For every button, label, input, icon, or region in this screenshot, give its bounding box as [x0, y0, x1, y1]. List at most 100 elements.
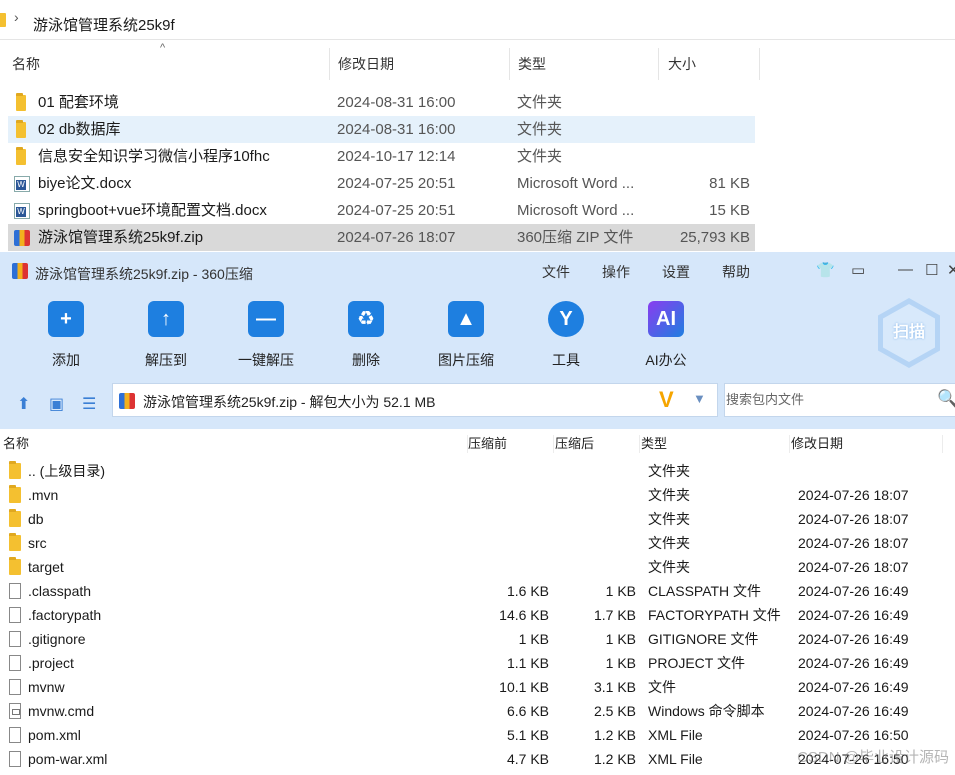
tools-icon: Y: [548, 301, 584, 337]
list-item[interactable]: 信息安全知识学习微信小程序10fhc 2024-10-17 12:14 文件夹: [8, 143, 755, 170]
add-button[interactable]: + 添加: [26, 299, 106, 377]
size-before: 4.7 KB: [506, 751, 549, 767]
search-input[interactable]: [726, 392, 926, 407]
table-row[interactable]: .project 1.1 KB 1 KB PROJECT 文件 2024-07-26 1…: [0, 651, 955, 675]
column-header-type[interactable]: 类型: [638, 435, 790, 453]
file-date: 2024-08-31 16:00: [337, 121, 456, 138]
column-header-name[interactable]: 名称: [0, 435, 468, 453]
list-view-icon[interactable]: ☰: [82, 394, 96, 414]
table-row[interactable]: src 文件夹 2024-07-26 18:07: [0, 531, 955, 555]
list-item[interactable]: 01 配套环境 2024-08-31 16:00 文件夹: [8, 89, 755, 116]
folder-icon: [0, 13, 6, 27]
file-date: 2024-10-17 12:14: [337, 148, 456, 165]
delete-icon: ♻: [348, 301, 384, 337]
tools-button[interactable]: Y 工具: [526, 299, 606, 377]
entry-type: XML File: [648, 751, 703, 767]
menu-settings[interactable]: 设置: [662, 262, 690, 282]
entry-name: db: [28, 511, 44, 527]
folder-icon: [16, 93, 26, 111]
entry-name: .gitignore: [28, 631, 86, 647]
close-icon[interactable]: ✕: [947, 261, 955, 279]
table-row[interactable]: .gitignore 1 KB 1 KB GITIGNORE 文件 2024-07-26…: [0, 627, 955, 651]
folder-icon: [9, 485, 21, 503]
table-row[interactable]: .mvn 文件夹 2024-07-26 18:07: [0, 483, 955, 507]
list-item-selected[interactable]: 游泳馆管理系统25k9f.zip 2024-07-26 18:07 360压缩 …: [8, 224, 755, 251]
watermark: CSDN @毕业设计源码: [797, 749, 949, 766]
file-icon: [9, 751, 21, 767]
skin-icon[interactable]: 👕: [816, 261, 835, 279]
entry-modified: 2024-07-26 16:49: [798, 607, 909, 623]
archive-path-text: 游泳馆管理系统25k9f.zip - 解包大小为 52.1 MB: [143, 394, 436, 410]
archive-window: 游泳馆管理系统25k9f.zip - 360压缩 文件 操作 设置 帮助 👕 ▭…: [0, 252, 955, 775]
button-label: AI办公: [645, 352, 687, 368]
minimize-icon[interactable]: —: [898, 261, 913, 278]
image-compress-button[interactable]: ▲ 图片压缩: [426, 299, 506, 377]
up-arrow-icon[interactable]: ⬆: [17, 394, 30, 414]
address-bar[interactable]: › 游泳馆管理系统25k9f: [0, 0, 955, 40]
size-before: 1.1 KB: [506, 655, 549, 671]
feedback-icon[interactable]: ▭: [851, 261, 865, 279]
size-after: 1 KB: [605, 655, 636, 671]
table-row[interactable]: .factorypath 14.6 KB 1.7 KB FACTORYPATH 文件 2…: [0, 603, 955, 627]
folder-icon: [9, 509, 21, 527]
search-icon[interactable]: 🔍: [937, 389, 955, 409]
size-after: 1.7 KB: [593, 607, 636, 623]
menu-help[interactable]: 帮助: [722, 262, 750, 282]
column-header-date[interactable]: 修改日期: [328, 48, 510, 80]
search-box[interactable]: 🔍: [724, 383, 955, 417]
chevron-right-icon[interactable]: ›: [14, 9, 19, 25]
file-name: 信息安全知识学习微信小程序10fhc: [38, 148, 270, 165]
column-header-name[interactable]: 名称: [2, 48, 330, 80]
column-header-modified[interactable]: 修改日期: [788, 435, 943, 453]
menu-file[interactable]: 文件: [542, 262, 570, 282]
delete-button[interactable]: ♻ 删除: [326, 299, 406, 377]
menu-operation[interactable]: 操作: [602, 262, 630, 282]
table-row[interactable]: mvnw.cmd 6.6 KB 2.5 KB Windows 命令脚本 2024-07-…: [0, 699, 955, 723]
folder-icon: [9, 557, 21, 575]
maximize-icon[interactable]: ☐: [925, 261, 938, 279]
extract-to-button[interactable]: ↑ 解压到: [126, 299, 206, 377]
size-after: 1 KB: [605, 631, 636, 647]
size-before: 10.1 KB: [499, 679, 549, 695]
one-click-extract-button[interactable]: — 一键解压: [226, 299, 306, 377]
table-row[interactable]: .classpath 1.6 KB 1 KB CLASSPATH 文件 2024-07-…: [0, 579, 955, 603]
list-item[interactable]: 02 db数据库 2024-08-31 16:00 文件夹: [8, 116, 755, 143]
one-click-extract-icon: —: [248, 301, 284, 337]
ai-office-button[interactable]: AI AI办公: [626, 299, 706, 377]
entry-type: PROJECT 文件: [648, 655, 745, 671]
entry-modified: 2024-07-26 16:50: [798, 727, 909, 743]
thumbnail-view-icon[interactable]: ▣: [49, 394, 64, 414]
list-item[interactable]: springboot+vue环境配置文档.docx 2024-07-25 20:…: [8, 197, 755, 224]
size-after: 2.5 KB: [593, 703, 636, 719]
entry-name: .. (上级目录): [28, 463, 105, 479]
size-before: 1.6 KB: [506, 583, 549, 599]
table-row[interactable]: mvnw 10.1 KB 3.1 KB 文件 2024-07-26 16:49: [0, 675, 955, 699]
column-header-after[interactable]: 压缩后: [552, 435, 640, 453]
file-icon: [9, 655, 21, 671]
entry-type: 文件夹: [648, 463, 690, 479]
size-after: 1 KB: [605, 583, 636, 599]
size-before: 6.6 KB: [506, 703, 549, 719]
column-header-before[interactable]: 压缩前: [465, 435, 554, 453]
entry-type: 文件夹: [648, 487, 690, 503]
file-date: 2024-07-26 18:07: [337, 229, 456, 246]
table-row[interactable]: pom.xml 5.1 KB 1.2 KB XML File 2024-07-26 16…: [0, 723, 955, 747]
file-name: 游泳馆管理系统25k9f.zip: [38, 229, 204, 246]
entry-modified: 2024-07-26 16:49: [798, 583, 909, 599]
table-row[interactable]: .. (上级目录) 文件夹: [0, 459, 955, 483]
dropdown-arrow-icon[interactable]: ▼: [693, 391, 706, 406]
archive-path-field[interactable]: 游泳馆管理系统25k9f.zip - 解包大小为 52.1 MB V ▼: [112, 383, 718, 417]
breadcrumb[interactable]: 游泳馆管理系统25k9f: [33, 14, 175, 35]
entry-type: 文件夹: [648, 535, 690, 551]
entry-modified: 2024-07-26 16:49: [798, 679, 909, 695]
entry-name: .project: [28, 655, 74, 671]
table-row[interactable]: target 文件夹 2024-07-26 18:07: [0, 555, 955, 579]
file-icon: [9, 583, 21, 599]
list-item[interactable]: biye论文.docx 2024-07-25 20:51 Microsoft W…: [8, 170, 755, 197]
v-logo-icon[interactable]: V: [659, 387, 674, 413]
file-size: 81 KB: [709, 175, 750, 192]
entry-name: src: [28, 535, 47, 551]
column-header-size[interactable]: 大小: [658, 48, 760, 80]
table-row[interactable]: db 文件夹 2024-07-26 18:07: [0, 507, 955, 531]
column-header-type[interactable]: 类型: [508, 48, 659, 80]
